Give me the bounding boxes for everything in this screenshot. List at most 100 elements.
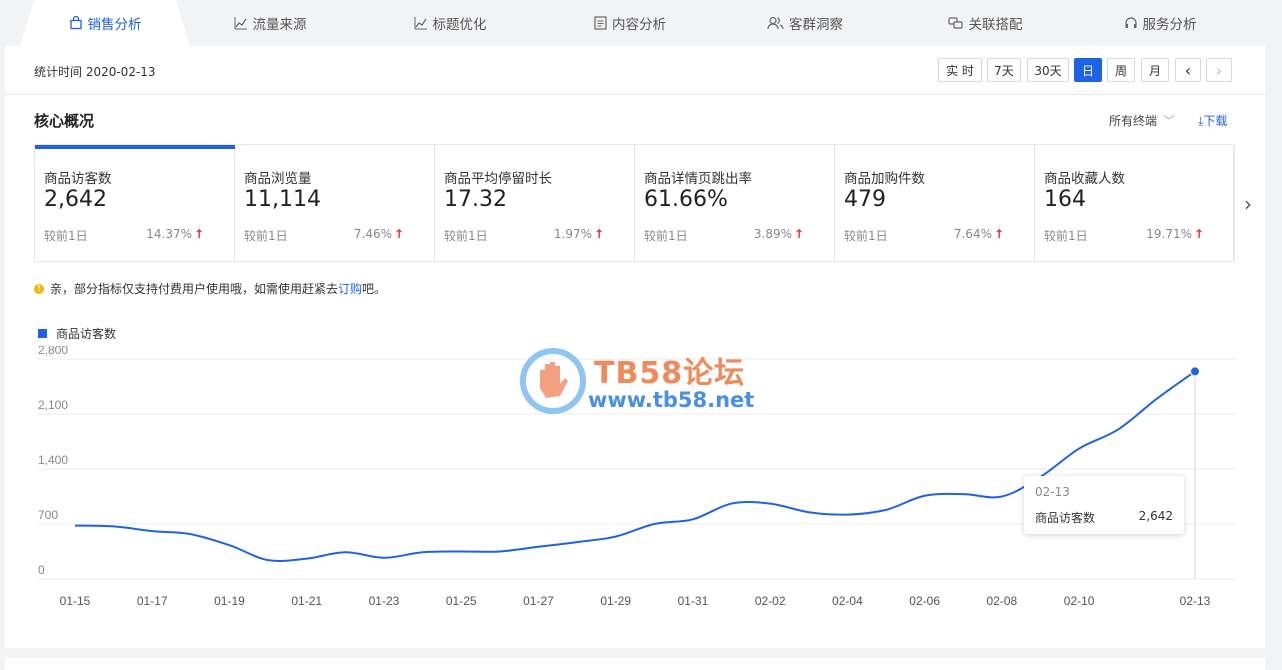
x-tick-label: 01-23 — [369, 594, 400, 608]
x-tick-label: 01-29 — [600, 594, 631, 608]
next-date-button[interactable]: › — [1206, 58, 1232, 82]
metric-value: 164 — [1044, 187, 1086, 212]
headset-icon — [1124, 16, 1138, 30]
tab-title-optimization[interactable]: 标题优化 — [390, 0, 510, 46]
terminal-select[interactable]: 所有终端 ﹀ — [1109, 112, 1175, 129]
x-tick-label: 01-19 — [214, 594, 245, 608]
tab-label: 关联搭配 — [968, 17, 1023, 33]
users-icon — [767, 16, 784, 30]
next-section — [5, 658, 1265, 670]
metric-value: 2,642 — [44, 187, 107, 212]
x-tick-label: 01-17 — [137, 594, 168, 608]
metric-title: 商品浏览量 — [244, 171, 312, 187]
date-week-button[interactable]: 周 — [1107, 58, 1135, 82]
info-icon: ! — [34, 283, 44, 294]
y-tick-label: 0 — [38, 563, 45, 577]
metric-value: 479 — [844, 187, 886, 212]
arrow-up-icon: ↑ — [393, 227, 404, 241]
y-tick-label: 700 — [38, 508, 58, 522]
legend-label: 商品访客数 — [56, 327, 117, 341]
metric-pct: 7.46% — [353, 227, 392, 241]
chevron-down-icon: ﹀ — [1163, 114, 1176, 128]
metric-title: 商品加购件数 — [844, 171, 925, 187]
tooltip-series-name: 商品访客数 — [1035, 511, 1096, 525]
tab-service-analysis[interactable]: 服务分析 — [1100, 0, 1220, 46]
subscribe-link[interactable]: 订购 — [338, 280, 362, 297]
date-bar: 统计时间 2020-02-13 实 时 7天 30天 日 周 月 ‹ › — [5, 46, 1265, 95]
tab-bar: 销售分析 流量来源 标题优化 内容分析 客群洞察 关联搭配 服务分析 — [0, 0, 1282, 46]
metric-pct: 7.64% — [953, 227, 992, 241]
metric-title: 商品平均停留时长 — [444, 171, 552, 187]
metric-pct: 3.89% — [753, 227, 792, 241]
metric-card[interactable]: 商品浏览量 11,114 较前1日 7.46% ↑ — [235, 145, 435, 261]
tab-related-matching[interactable]: 关联搭配 — [925, 0, 1045, 46]
chevron-right-icon[interactable]: › — [1244, 192, 1252, 216]
tab-content-analysis[interactable]: 内容分析 — [570, 0, 690, 46]
metric-value: 11,114 — [244, 187, 321, 212]
metric-card[interactable]: 商品收藏人数 164 较前1日 19.71% ↑ — [1035, 145, 1235, 261]
date-day-button[interactable]: 日 — [1074, 58, 1102, 82]
y-tick-label: 1,400 — [38, 453, 68, 467]
metric-card[interactable]: 商品访客数 2,642 较前1日 14.37% ↑ — [35, 145, 235, 261]
metric-card[interactable]: 商品详情页跳出率 61.66% 较前1日 3.89% ↑ — [635, 145, 835, 261]
x-tick-label: 02-13 — [1180, 594, 1211, 608]
terminal-label: 所有终端 — [1109, 114, 1158, 128]
x-tick-label: 01-21 — [291, 594, 322, 608]
tab-label: 服务分析 — [1142, 17, 1197, 33]
trend-icon — [414, 16, 428, 30]
metric-title: 商品详情页跳出率 — [644, 171, 752, 187]
metric-compare: 较前1日 — [244, 229, 288, 243]
date-realtime-button[interactable]: 实 时 — [938, 58, 982, 82]
x-tick-label: 01-15 — [60, 594, 91, 608]
chart-legend[interactable]: 商品访客数 — [38, 325, 116, 342]
date-7days-button[interactable]: 7天 — [987, 58, 1021, 82]
metric-title: 商品收藏人数 — [1044, 171, 1125, 187]
tab-label: 标题优化 — [432, 17, 487, 33]
link-icon — [947, 16, 964, 30]
bag-icon — [69, 16, 83, 30]
x-tick-label: 01-27 — [523, 594, 554, 608]
arrow-up-icon: ↑ — [793, 227, 804, 241]
x-tick-label: 02-02 — [755, 594, 786, 608]
metric-compare: 较前1日 — [444, 229, 488, 243]
legend-swatch — [38, 329, 47, 338]
download-label: 下载 — [1203, 114, 1228, 128]
metric-compare: 较前1日 — [644, 229, 688, 243]
metric-pct: 14.37% — [146, 227, 192, 241]
x-tick-label: 01-25 — [446, 594, 477, 608]
tooltip-value: 2,642 — [1138, 509, 1173, 523]
tab-label: 销售分析 — [87, 17, 142, 33]
scrollbar[interactable] — [1268, 46, 1282, 670]
notice-text: 亲，部分指标仅支持付费用户使用哦，如需使用赶紧去 — [50, 282, 339, 296]
upgrade-notice: ! 亲，部分指标仅支持付费用户使用哦，如需使用赶紧去 订购 吧。 — [34, 280, 386, 297]
stat-time: 统计时间 2020-02-13 — [34, 65, 156, 79]
x-tick-label: 02-04 — [832, 594, 863, 608]
tab-traffic-source[interactable]: 流量来源 — [210, 0, 330, 46]
prev-date-button[interactable]: ‹ — [1175, 58, 1201, 82]
section-title: 核心概况 — [34, 112, 95, 130]
metric-value: 17.32 — [444, 187, 507, 212]
date-30days-button[interactable]: 30天 — [1027, 58, 1069, 82]
y-tick-label: 2,800 — [38, 346, 68, 357]
tab-label: 客群洞察 — [789, 17, 843, 33]
metric-compare: 较前1日 — [1044, 229, 1088, 243]
main-panel: 统计时间 2020-02-13 实 时 7天 30天 日 周 月 ‹ › 核心概… — [5, 46, 1265, 648]
metric-compare: 较前1日 — [844, 229, 888, 243]
arrow-up-icon: ↑ — [193, 227, 204, 241]
chart-tooltip: 02-13 商品访客数 2,642 — [1024, 476, 1184, 534]
arrow-up-icon: ↑ — [1193, 227, 1204, 241]
metric-card[interactable]: 商品加购件数 479 较前1日 7.64% ↑ — [835, 145, 1035, 261]
tab-sales-analysis[interactable]: 销售分析 — [20, 0, 190, 46]
tab-audience-insight[interactable]: 客群洞察 — [745, 0, 865, 46]
download-button[interactable]: ⤓下载 — [1198, 112, 1227, 129]
metric-title: 商品访客数 — [44, 171, 112, 187]
date-month-button[interactable]: 月 — [1141, 58, 1169, 82]
metric-pct: 19.71% — [1146, 227, 1192, 241]
metric-value: 61.66% — [644, 187, 728, 212]
tab-label: 流量来源 — [252, 17, 307, 33]
metric-card[interactable]: 商品平均停留时长 17.32 较前1日 1.97% ↑ — [435, 145, 635, 261]
data-point — [1190, 366, 1200, 377]
x-tick-label: 02-06 — [909, 594, 940, 608]
notice-suffix: 吧。 — [362, 282, 387, 296]
metric-compare: 较前1日 — [44, 229, 88, 243]
